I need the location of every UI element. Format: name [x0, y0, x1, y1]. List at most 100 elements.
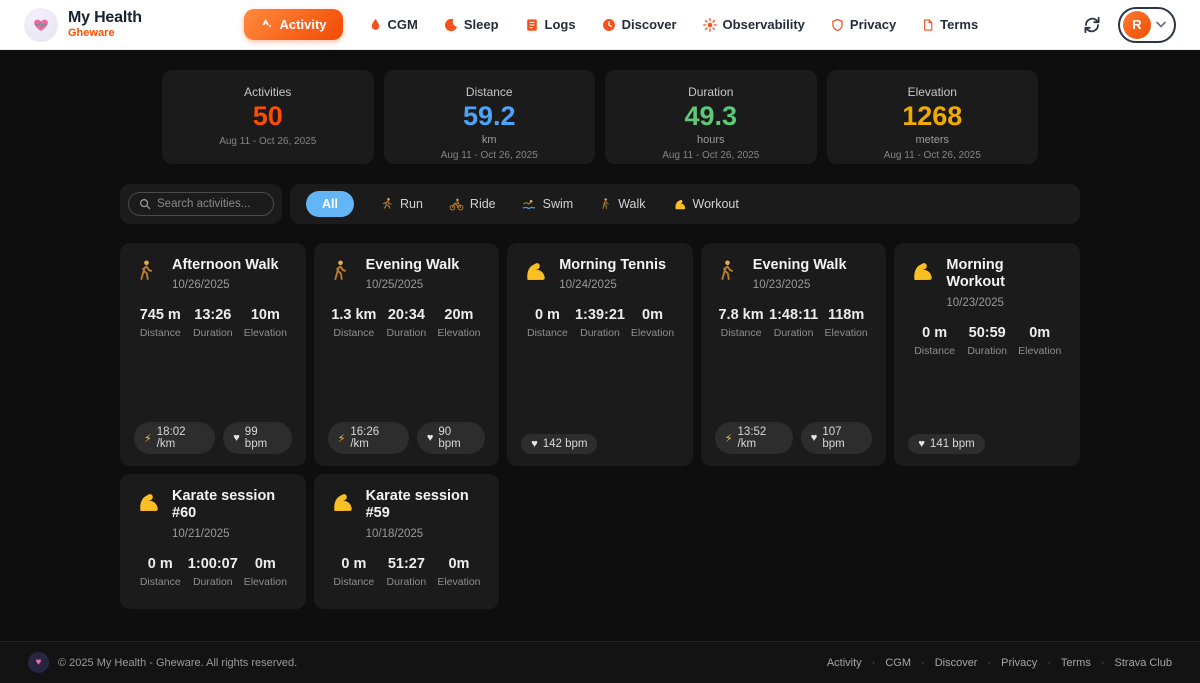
- duration-value: 49.3: [615, 101, 807, 132]
- activity-card[interactable]: Karate session #59 10/18/2025 0 mDistanc…: [314, 474, 500, 609]
- walker-icon: [715, 257, 743, 284]
- swimmer-icon: [522, 197, 537, 212]
- summary-stats: Activities 50 Aug 11 - Oct 26, 2025 Dist…: [162, 70, 1038, 164]
- duration-value: 1:39:21: [574, 307, 627, 323]
- activity-date: 10/23/2025: [753, 279, 847, 291]
- heart-rate-badge: ♥142 bpm: [521, 434, 597, 454]
- user-menu-button[interactable]: R: [1118, 7, 1176, 43]
- main-nav: Activity CGM Sleep Logs: [158, 9, 1064, 40]
- activity-card[interactable]: Afternoon Walk 10/26/2025 745 mDistance …: [120, 243, 306, 466]
- nav-tab-observability[interactable]: Observability: [703, 17, 805, 32]
- footer-link-discover[interactable]: Discover: [935, 657, 978, 669]
- heart-icon: ♥: [427, 432, 434, 444]
- bolt-icon: ⚡: [338, 432, 346, 445]
- walker-icon: [328, 257, 356, 284]
- search-input[interactable]: [157, 198, 263, 210]
- activity-card[interactable]: Evening Walk 10/25/2025 1.3 kmDistance 2…: [314, 243, 500, 466]
- footer-link-activity[interactable]: Activity: [827, 657, 862, 669]
- distance-value: 0 m: [328, 556, 381, 572]
- search-card: [120, 184, 282, 224]
- book-icon: [525, 18, 539, 32]
- activity-card[interactable]: Morning Workout 10/23/2025 0 mDistance 5…: [894, 243, 1080, 466]
- footer-link-strava-club[interactable]: Strava Club: [1115, 657, 1172, 669]
- heart-icon: ♥: [918, 438, 925, 450]
- pace-badge: ⚡16:26 /km: [328, 422, 409, 454]
- cyclist-icon: [449, 197, 464, 212]
- footer-link-cgm[interactable]: CGM: [885, 657, 911, 669]
- refresh-button[interactable]: [1080, 13, 1104, 37]
- heart-icon: ♥: [531, 438, 538, 450]
- stat-card-distance: Distance 59.2 km Aug 11 - Oct 26, 2025: [384, 70, 596, 164]
- moon-icon: [444, 18, 458, 32]
- avatar: R: [1123, 11, 1151, 39]
- elevation-value: 10m: [239, 307, 292, 323]
- activity-title: Karate session #60: [172, 488, 292, 523]
- activity-date: 10/21/2025: [172, 528, 292, 540]
- activities-value: 50: [172, 101, 364, 132]
- nav-tab-privacy[interactable]: Privacy: [831, 17, 896, 32]
- activity-card[interactable]: Evening Walk 10/23/2025 7.8 kmDistance 1…: [701, 243, 887, 466]
- walker-icon: [134, 257, 162, 284]
- date-range: Aug 11 - Oct 26, 2025: [615, 150, 807, 161]
- pace-badge: ⚡13:52 /km: [715, 422, 793, 454]
- duration-value: 1:00:07: [187, 556, 240, 572]
- date-range: Aug 11 - Oct 26, 2025: [172, 136, 364, 147]
- bolt-icon: ⚡: [725, 432, 733, 445]
- nav-tab-cgm[interactable]: CGM: [369, 17, 418, 32]
- stat-card-activities: Activities 50 Aug 11 - Oct 26, 2025: [162, 70, 374, 164]
- filter-ride[interactable]: Ride: [449, 197, 496, 212]
- distance-value: 1.3 km: [328, 307, 381, 323]
- activity-icon: [260, 18, 273, 31]
- biceps-icon: [521, 257, 549, 285]
- activity-title: Evening Walk: [366, 257, 460, 274]
- activity-title: Evening Walk: [753, 257, 847, 274]
- activity-card[interactable]: Karate session #60 10/21/2025 0 mDistanc…: [120, 474, 306, 609]
- nav-tab-terms[interactable]: Terms: [922, 17, 978, 32]
- app-title: My Health: [68, 9, 142, 27]
- elevation-value: 1268: [837, 101, 1029, 132]
- filter-all-button[interactable]: All: [306, 191, 354, 217]
- copyright-text: © 2025 My Health - Gheware. All rights r…: [58, 657, 297, 669]
- nav-tab-logs[interactable]: Logs: [525, 17, 576, 32]
- app-header: My Health Gheware Activity CGM Sleep: [0, 0, 1200, 50]
- runner-icon: [380, 197, 394, 211]
- duration-value: 1:48:11: [767, 307, 820, 323]
- nav-tab-activity[interactable]: Activity: [244, 9, 343, 40]
- filter-swim[interactable]: Swim: [522, 197, 574, 212]
- duration-value: 51:27: [380, 556, 433, 572]
- duration-value: 20:34: [380, 307, 433, 323]
- nav-tab-discover[interactable]: Discover: [602, 17, 677, 32]
- filter-workout[interactable]: Workout: [672, 197, 739, 212]
- elevation-value: 0m: [626, 307, 679, 323]
- header-actions: R: [1080, 7, 1176, 43]
- distance-value: 0 m: [908, 325, 961, 341]
- main-content: Activities 50 Aug 11 - Oct 26, 2025 Dist…: [0, 50, 1200, 641]
- walker-icon: [599, 197, 612, 211]
- elevation-value: 118m: [820, 307, 873, 323]
- activity-card[interactable]: Morning Tennis 10/24/2025 0 mDistance 1:…: [507, 243, 693, 466]
- heart-rate-badge: ♥90 bpm: [417, 422, 485, 454]
- filter-run[interactable]: Run: [380, 197, 423, 211]
- document-icon: [922, 18, 934, 32]
- activity-date: 10/24/2025: [559, 279, 666, 291]
- activity-date: 10/26/2025: [172, 279, 279, 291]
- bolt-icon: ⚡: [144, 432, 152, 445]
- activity-date: 10/18/2025: [366, 528, 486, 540]
- brand: My Health Gheware: [24, 8, 142, 42]
- biceps-icon: [328, 488, 356, 516]
- shield-icon: [831, 18, 844, 32]
- filter-walk[interactable]: Walk: [599, 197, 645, 211]
- distance-value: 59.2: [394, 101, 586, 132]
- footer-link-privacy[interactable]: Privacy: [1001, 657, 1037, 669]
- distance-value: 0 m: [134, 556, 187, 572]
- heart-rate-badge: ♥107 bpm: [801, 422, 873, 454]
- elevation-value: 20m: [433, 307, 486, 323]
- biceps-icon: [672, 197, 687, 212]
- nav-tab-sleep[interactable]: Sleep: [444, 17, 499, 32]
- droplet-icon: [369, 17, 382, 32]
- footer-links: Activity· CGM· Discover· Privacy· Terms·…: [827, 657, 1172, 669]
- footer-logo-icon: ♥: [28, 652, 49, 673]
- heart-icon: ♥: [811, 432, 818, 444]
- pace-badge: ⚡18:02 /km: [134, 422, 215, 454]
- footer-link-terms[interactable]: Terms: [1061, 657, 1091, 669]
